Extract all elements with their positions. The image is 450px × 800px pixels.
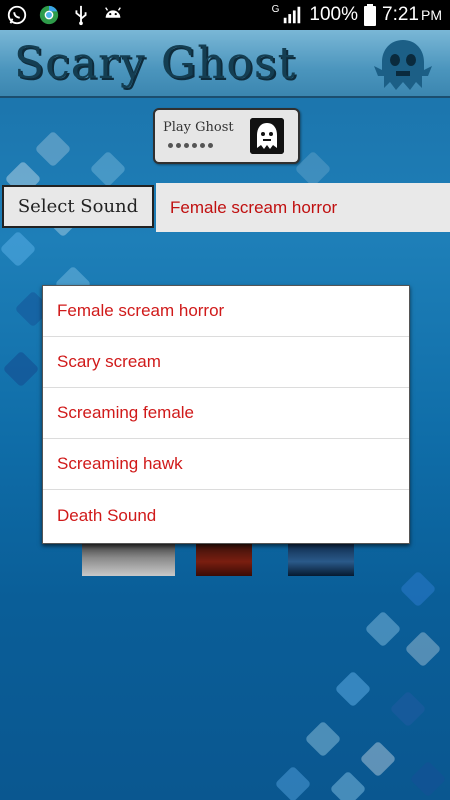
select-sound-button[interactable]: Select Sound <box>2 185 154 228</box>
ghost-photo-2[interactable] <box>196 540 252 576</box>
selected-sound-field[interactable]: Female scream horror <box>156 183 450 232</box>
dropdown-item[interactable]: Screaming female <box>43 388 409 439</box>
app-title: Scary Ghost <box>14 38 297 89</box>
dropdown-item[interactable]: Death Sound <box>43 490 409 541</box>
ghost-icon <box>374 40 432 90</box>
app-header: Scary Ghost <box>0 30 450 98</box>
play-ghost-button[interactable]: Play Ghost <box>153 108 300 164</box>
dropdown-item[interactable]: Scary scream <box>43 337 409 388</box>
android-icon <box>105 7 121 18</box>
clock: 7:21 PM <box>382 4 442 26</box>
status-bar: G 100% 7:21 PM <box>0 0 450 30</box>
usb-icon <box>75 5 87 26</box>
network-type-label: G <box>271 4 280 15</box>
play-ghost-dots <box>168 143 213 148</box>
signal-icon <box>284 6 301 24</box>
clock-ampm: PM <box>421 7 442 23</box>
whatsapp-icon <box>7 5 27 25</box>
battery-icon <box>364 4 377 26</box>
ghost-photo-1[interactable] <box>82 540 175 576</box>
clock-time: 7:21 <box>382 4 419 25</box>
ghost-photo-3[interactable] <box>288 540 354 576</box>
battery-percent: 100% <box>309 4 359 25</box>
dropdown-item[interactable]: Female scream horror <box>43 286 409 337</box>
ghost-icon <box>250 118 284 154</box>
sound-dropdown-list: Female scream horror Scary scream Scream… <box>42 285 410 544</box>
play-ghost-label: Play Ghost <box>163 120 234 135</box>
dropdown-item[interactable]: Screaming hawk <box>43 439 409 490</box>
chrome-icon <box>39 5 59 25</box>
